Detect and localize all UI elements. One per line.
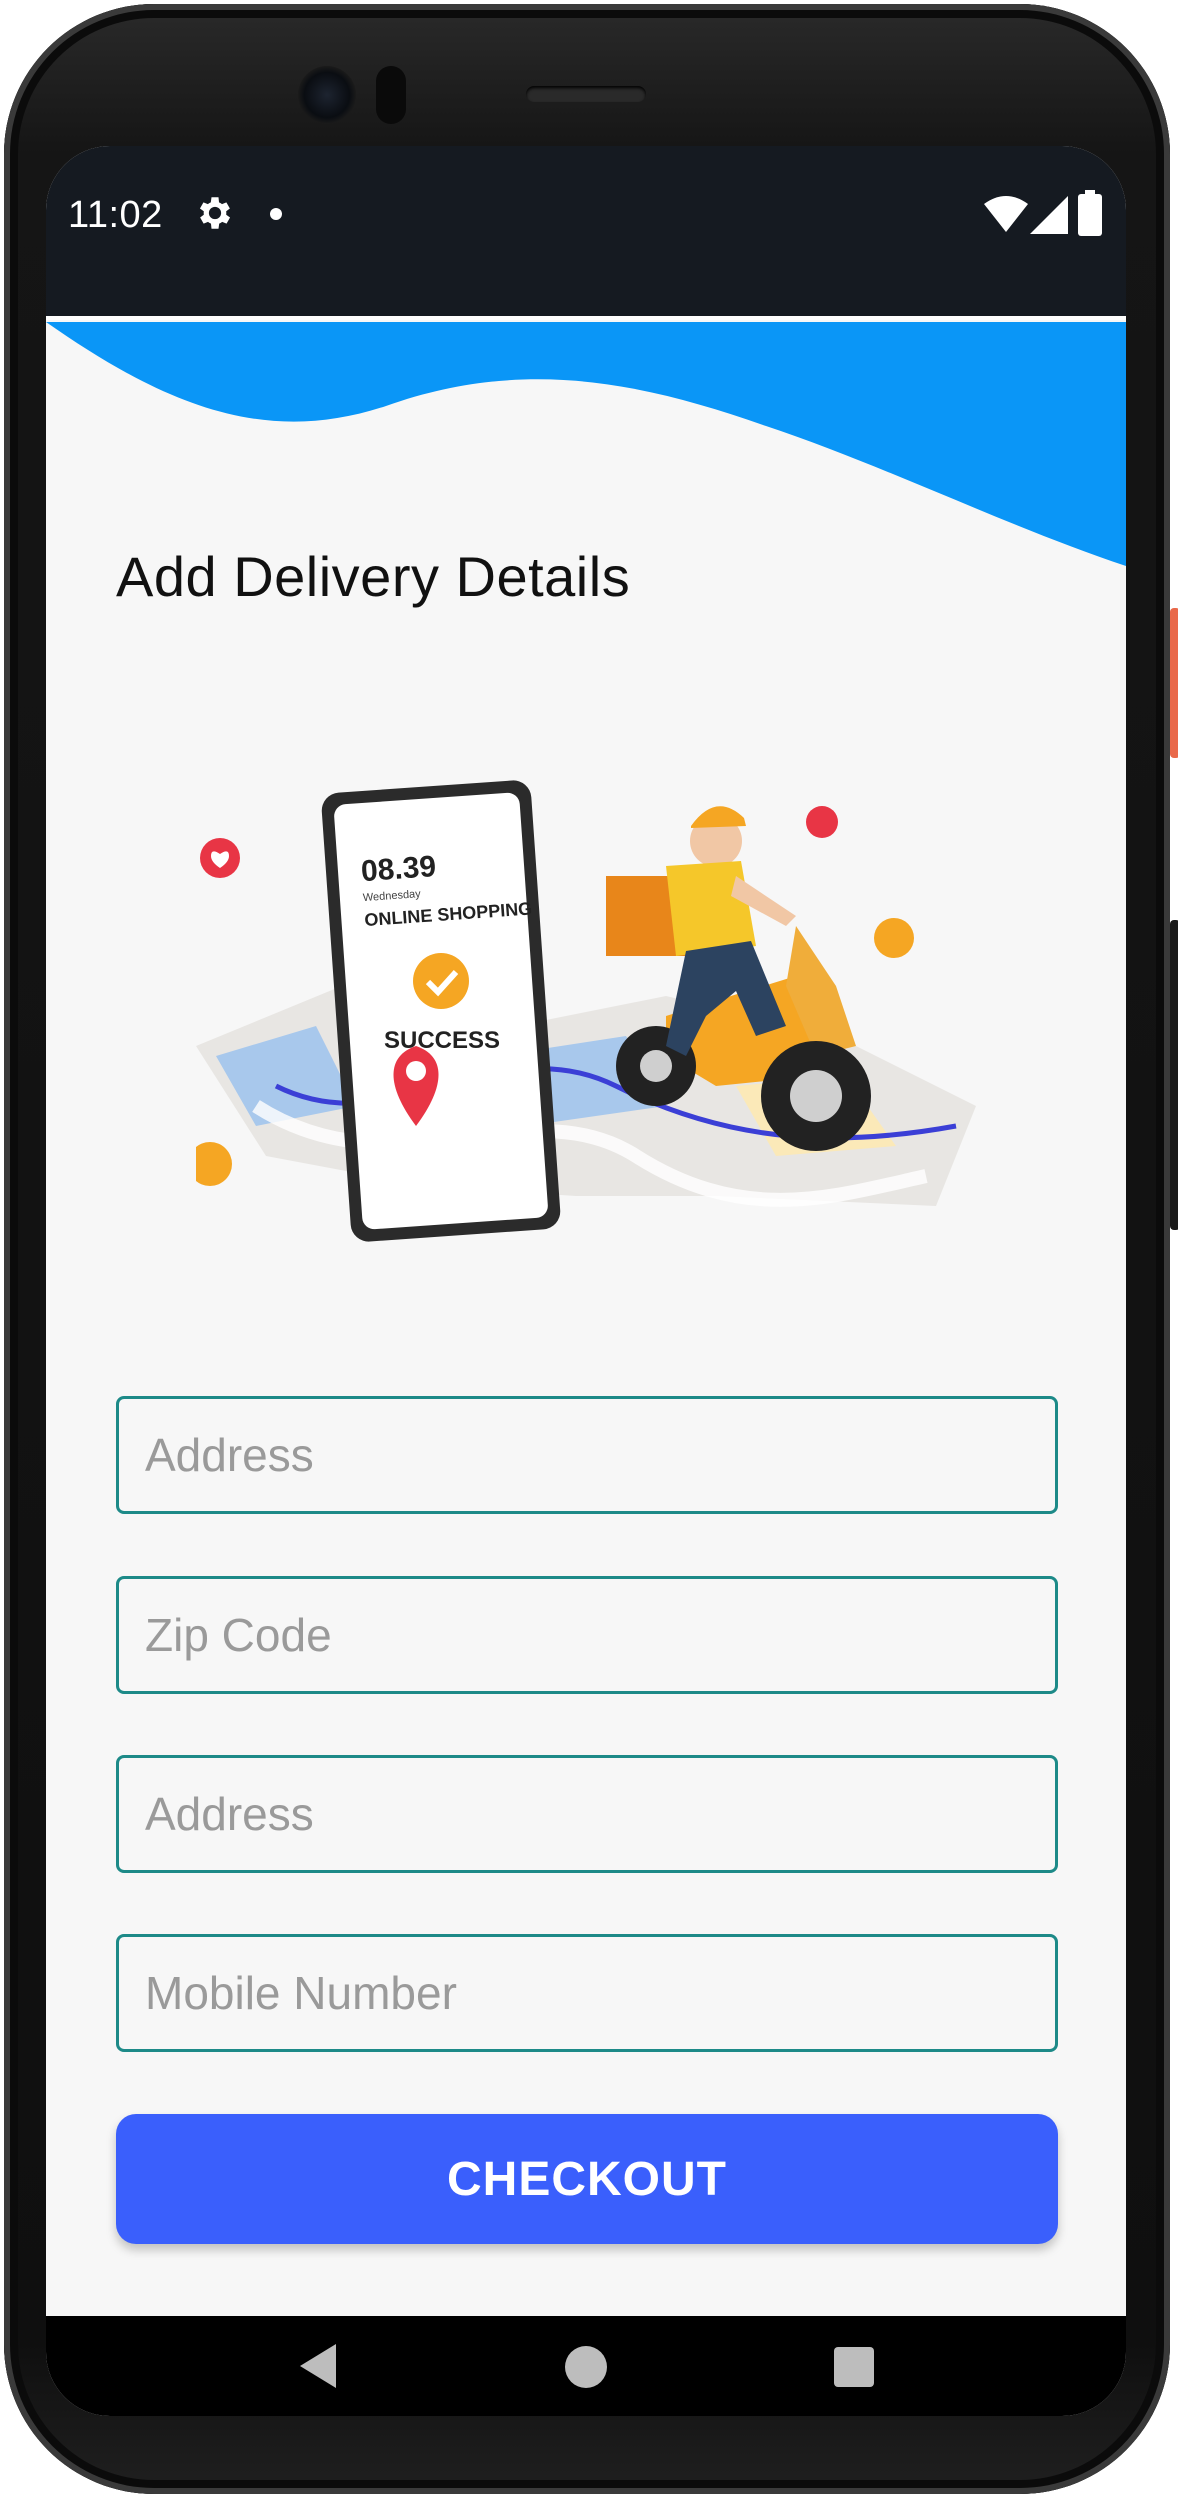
screen: 11:02 Add Delivery Details 08.39 Wednesd…: [46, 146, 1126, 2416]
checkout-button[interactable]: CHECKOUT: [116, 2114, 1058, 2244]
header-wave: [46, 316, 1126, 566]
phone-status: SUCCESS: [384, 1027, 500, 1054]
heart-bubble-icon: [196, 1142, 232, 1186]
power-button: [1170, 608, 1178, 758]
status-time: 11:02: [68, 194, 163, 236]
earpiece-speaker: [526, 86, 646, 102]
address-field[interactable]: [116, 1396, 1058, 1514]
mobile-number-field[interactable]: [116, 1934, 1058, 2052]
app-content: Add Delivery Details 08.39 Wednesday ONL…: [46, 316, 1126, 2316]
heart-bubble-icon: [874, 918, 914, 958]
battery-icon: [1078, 190, 1102, 236]
heart-bubble-icon: [806, 806, 838, 838]
page-title: Add Delivery Details: [116, 545, 631, 608]
phone-time: 08.39: [360, 850, 437, 888]
status-bar: 11:02: [46, 146, 1126, 316]
volume-button: [1170, 920, 1178, 1230]
zip-code-field[interactable]: [116, 1576, 1058, 1694]
wifi-icon: [984, 196, 1028, 232]
proximity-sensor: [376, 66, 406, 124]
signal-icon: [1030, 196, 1068, 234]
front-camera: [298, 66, 356, 124]
recents-icon[interactable]: [834, 2347, 874, 2387]
address-field-2[interactable]: [116, 1755, 1058, 1873]
check-icon: [413, 953, 469, 1009]
back-icon[interactable]: [296, 2342, 340, 2390]
home-icon[interactable]: [565, 2346, 607, 2388]
notification-dot: [270, 208, 282, 220]
gear-icon: [199, 197, 231, 229]
delivery-illustration: 08.39 Wednesday ONLINE SHOPPING SUCCESS: [196, 780, 976, 1242]
